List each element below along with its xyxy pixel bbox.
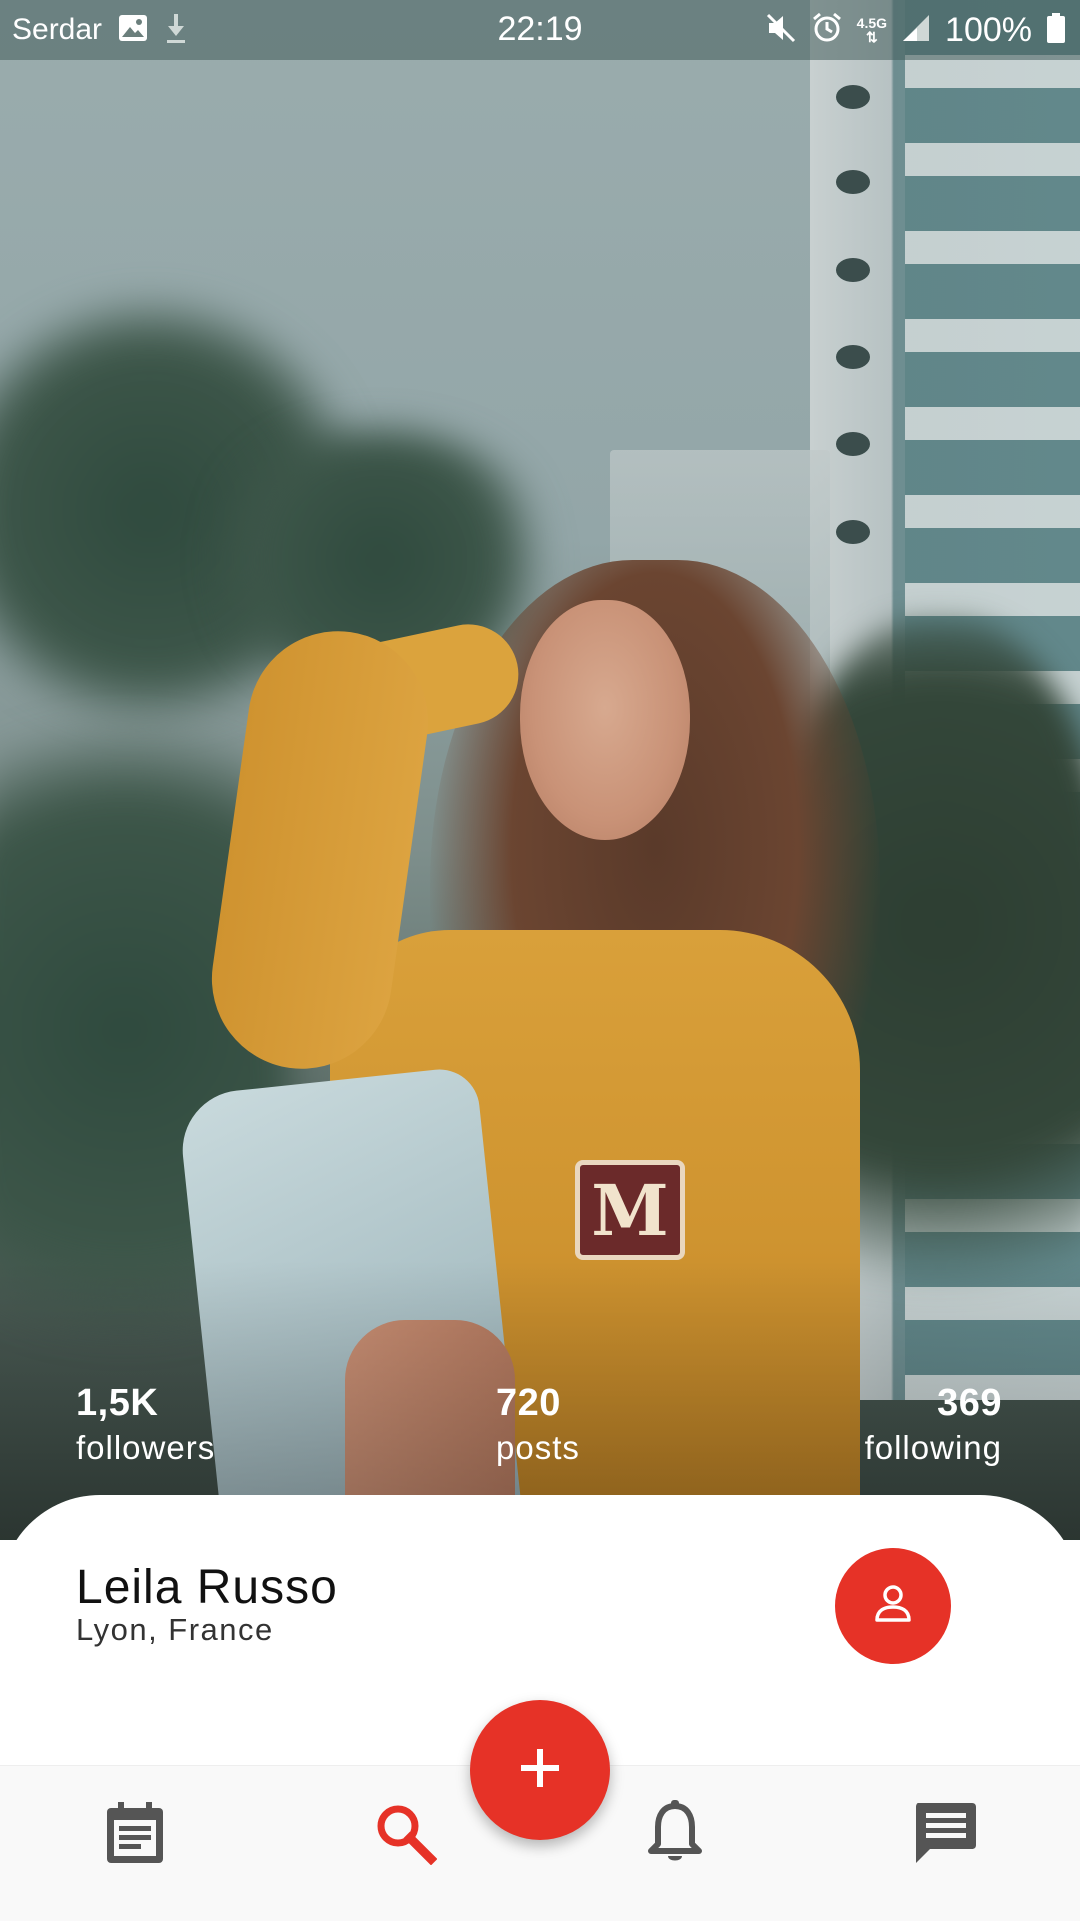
signal-icon bbox=[901, 13, 931, 47]
stat-followers[interactable]: 1,5K followers bbox=[76, 1380, 215, 1470]
stat-following[interactable]: 369 following bbox=[865, 1380, 1002, 1470]
chat-icon bbox=[912, 1801, 978, 1869]
profile-button[interactable] bbox=[835, 1548, 951, 1664]
network-type: 4.5G ⇅ bbox=[856, 15, 888, 45]
nav-item-calendar[interactable] bbox=[95, 1795, 175, 1875]
nav-item-messages[interactable] bbox=[905, 1795, 985, 1875]
alarm-icon bbox=[811, 12, 843, 48]
posts-label: posts bbox=[496, 1429, 580, 1466]
search-icon bbox=[373, 1801, 438, 1869]
battery-percent: 100% bbox=[945, 10, 1032, 49]
calendar-icon bbox=[104, 1800, 166, 1870]
followers-count: 1,5K bbox=[76, 1382, 159, 1424]
mute-icon bbox=[765, 12, 797, 48]
person-face bbox=[520, 600, 690, 840]
nav-item-search[interactable] bbox=[365, 1795, 445, 1875]
followers-label: followers bbox=[76, 1429, 216, 1466]
posts-count: 720 bbox=[496, 1382, 561, 1424]
person-icon bbox=[869, 1580, 917, 1632]
profile-cover-photo: M bbox=[0, 0, 1080, 1540]
battery-icon bbox=[1046, 12, 1066, 48]
profile-location: Lyon, France bbox=[76, 1612, 274, 1647]
plus-icon bbox=[519, 1747, 561, 1793]
status-bar: Serdar 22:19 4.5G ⇅ 100% bbox=[0, 0, 1080, 60]
add-post-button[interactable] bbox=[470, 1700, 610, 1840]
stat-posts[interactable]: 720 posts bbox=[496, 1380, 580, 1470]
nav-item-notifications[interactable] bbox=[635, 1795, 715, 1875]
bell-icon bbox=[647, 1800, 703, 1870]
profile-name: Leila Russo bbox=[76, 1561, 338, 1614]
sweater-patch: M bbox=[575, 1160, 685, 1260]
following-label: following bbox=[864, 1429, 1002, 1466]
following-count: 369 bbox=[937, 1382, 1002, 1424]
